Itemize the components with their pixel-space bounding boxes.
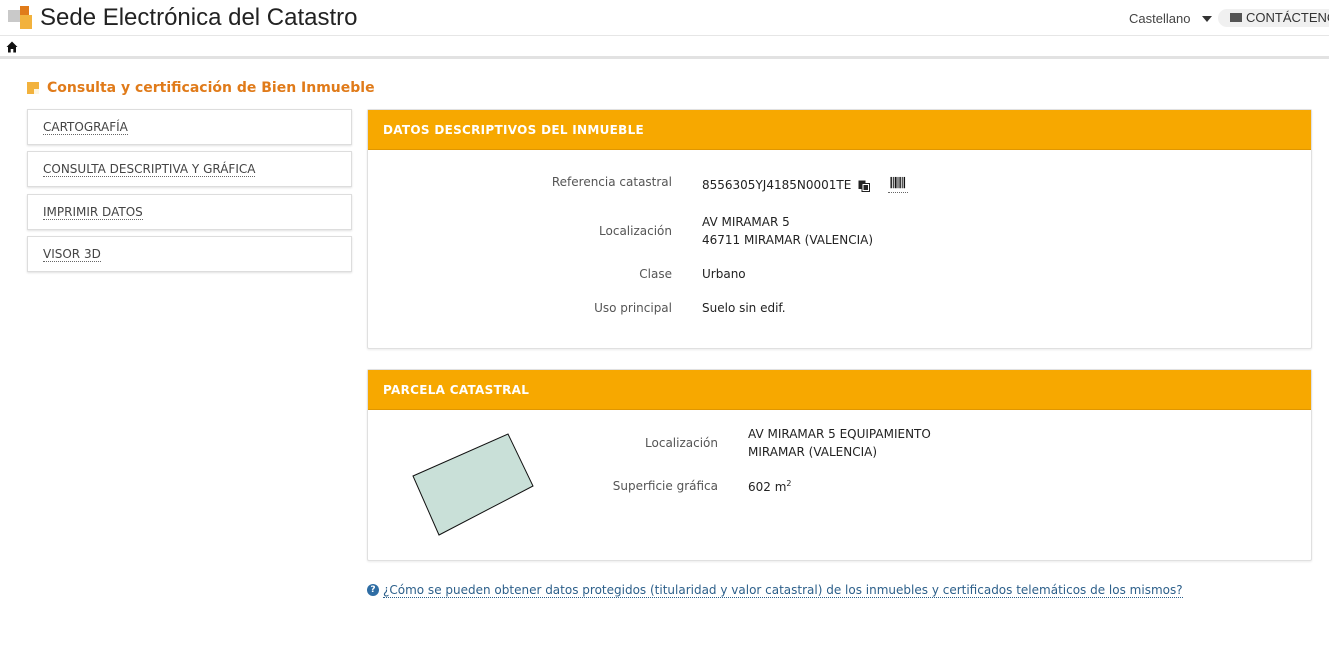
envelope-icon	[1230, 13, 1242, 22]
sidebar-item-cartografia[interactable]: CARTOGRAFÍA	[27, 109, 352, 145]
parcel-polygon	[412, 433, 534, 536]
logo-square-yellow	[20, 15, 32, 29]
sidebar-item-visor-3d[interactable]: VISOR 3D	[27, 236, 352, 272]
chevron-down-icon[interactable]	[1202, 16, 1212, 22]
use-value: Suelo sin edif.	[702, 301, 786, 315]
sidebar-item-label: VISOR 3D	[43, 247, 101, 262]
location-line-2: 46711 MIRAMAR (VALENCIA)	[702, 233, 874, 247]
site-title[interactable]: Sede Electrónica del Catastro	[40, 4, 358, 32]
panel-header: DATOS DESCRIPTIVOS DEL INMUEBLE	[368, 110, 1311, 150]
logo-square-orange	[20, 6, 29, 15]
sidebar-item-label: IMPRIMIR DATOS	[43, 205, 143, 220]
panel-title: PARCELA CATASTRAL	[383, 383, 530, 397]
breadcrumb	[0, 37, 1329, 59]
location-label: Localización	[599, 224, 672, 238]
question-icon: ?	[367, 584, 379, 596]
logo-square-gray	[8, 10, 20, 22]
parcel-location-label: Localización	[645, 436, 718, 450]
surface-number: 602 m	[748, 480, 787, 494]
language-selector[interactable]: Castellano	[1129, 11, 1190, 26]
surface-unit-superscript: 2	[786, 479, 792, 488]
class-value: Urbano	[702, 267, 746, 281]
ref-value: 8556305YJ4185N0001TE	[702, 178, 852, 192]
parcel-location-line-1: AV MIRAMAR 5 EQUIPAMIENTO	[748, 427, 931, 441]
copy-icon[interactable]	[858, 180, 870, 192]
surface-label: Superficie gráfica	[612, 479, 718, 493]
location-line-1: AV MIRAMAR 5	[702, 215, 790, 229]
sidebar-item-label: CARTOGRAFÍA	[43, 120, 128, 135]
parcel-shape-map[interactable]	[400, 428, 550, 543]
ref-label: Referencia catastral	[551, 175, 672, 189]
panel-title: DATOS DESCRIPTIVOS DEL INMUEBLE	[383, 123, 645, 137]
descriptive-data-panel: DATOS DESCRIPTIVOS DEL INMUEBLE	[367, 109, 1312, 349]
panel-header: PARCELA CATASTRAL	[368, 370, 1311, 410]
contact-button[interactable]: CONTÁCTENO	[1218, 9, 1329, 27]
protected-data-help-link[interactable]: ¿Cómo se pueden obtener datos protegidos…	[383, 583, 1183, 598]
class-label: Clase	[639, 267, 672, 281]
parcel-location-line-2: MIRAMAR (VALENCIA)	[748, 445, 878, 459]
contact-label: CONTÁCTENO	[1246, 10, 1329, 25]
surface-value: 602 m2	[748, 479, 792, 494]
page-title-text: Consulta y certificación de Bien Inmuebl…	[47, 80, 375, 96]
sidebar-item-label: CONSULTA DESCRIPTIVA Y GRÁFICA	[43, 162, 256, 177]
sidebar-item-imprimir[interactable]: IMPRIMIR DATOS	[27, 194, 352, 230]
barcode-icon[interactable]	[888, 176, 908, 193]
home-icon[interactable]	[6, 41, 18, 53]
catastro-logo[interactable]	[8, 6, 34, 30]
top-bar: Sede Electrónica del Catastro Castellano…	[0, 0, 1329, 36]
sidebar-item-consulta[interactable]: CONSULTA DESCRIPTIVA Y GRÁFICA	[27, 151, 352, 187]
heading-square-icon	[27, 82, 39, 94]
use-label: Uso principal	[594, 301, 672, 315]
